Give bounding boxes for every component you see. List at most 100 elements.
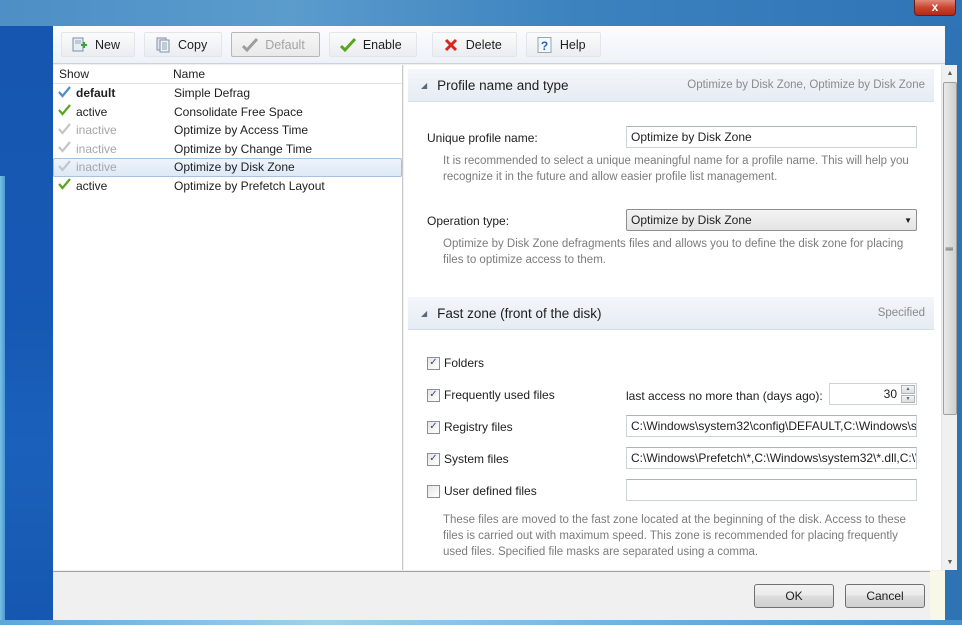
default-button[interactable]: Default	[231, 32, 320, 57]
copy-button[interactable]: Copy	[144, 32, 223, 57]
checkmark-icon[interactable]	[58, 86, 71, 101]
column-header-name[interactable]: Name	[173, 67, 205, 81]
details-scrollbar[interactable]: ▲ ||| ▼	[941, 65, 957, 570]
profile-list-row[interactable]: inactive Optimize by Disk Zone	[53, 158, 402, 177]
cancel-button[interactable]: Cancel	[845, 584, 925, 608]
profile-name-label: Unique profile name:	[427, 131, 538, 145]
profile-name: Optimize by Disk Zone	[174, 160, 295, 175]
enable-button[interactable]: Enable	[328, 32, 417, 57]
checkbox-checked[interactable]: ✓	[427, 388, 440, 402]
profile-list-row[interactable]: active Optimize by Prefetch Layout	[53, 177, 402, 196]
profile-name: Optimize by Change Time	[174, 141, 313, 156]
user-defined-files-checkbox[interactable]: User defined files	[427, 484, 537, 498]
section-title: Fast zone (front of the disk)	[437, 305, 602, 321]
collapse-triangle-icon: ◢	[421, 308, 428, 318]
scrollbar-thumb[interactable]: |||	[943, 82, 957, 415]
collapse-triangle-icon: ◢	[421, 80, 428, 90]
operation-type-value: Optimize by Disk Zone	[631, 213, 752, 227]
svg-text:?: ?	[541, 39, 548, 53]
ok-button[interactable]: OK	[754, 584, 834, 608]
checkmark-icon[interactable]	[58, 141, 71, 156]
operation-type-help: Optimize by Disk Zone defragments files …	[443, 238, 904, 266]
frequently-used-files-checkbox[interactable]: ✓ Frequently used files	[427, 388, 555, 402]
profile-list: Show Name default Simple Defrag active Cons…	[53, 65, 403, 570]
profile-name: Optimize by Prefetch Layout	[174, 178, 325, 193]
column-header-show[interactable]: Show	[53, 67, 173, 81]
profile-details: ◢ Profile name and type Optimize by Disk …	[404, 65, 945, 570]
profile-status: active	[76, 104, 108, 119]
new-button[interactable]: New	[61, 32, 136, 57]
copy-label: Copy	[178, 37, 208, 52]
toolbar: New Copy Default Enable Delete ? Help	[53, 26, 945, 64]
checkbox-checked[interactable]: ✓	[427, 420, 440, 434]
profiles-dialog: New Copy Default Enable Delete ? Help Sh…	[53, 26, 957, 621]
section-summary: Optimize by Disk Zone, Optimize by Disk …	[687, 79, 925, 91]
system-files-input[interactable]: C:\Windows\Prefetch\*,C:\Windows\system3…	[626, 447, 917, 469]
registry-files-input[interactable]: C:\Windows\system32\config\DEFAULT,C:\Wi…	[626, 415, 917, 437]
new-label: New	[95, 37, 121, 52]
operation-type-label: Operation type:	[427, 214, 510, 228]
desktop-background	[0, 26, 54, 625]
scroll-up-icon[interactable]: ▲	[942, 65, 958, 81]
scroll-down-icon[interactable]: ▼	[942, 554, 958, 570]
checkmark-icon[interactable]	[58, 178, 71, 193]
registry-files-label: Registry files	[444, 420, 513, 434]
user-defined-files-label: User defined files	[444, 484, 537, 498]
profile-name: Optimize by Access Time	[174, 123, 309, 138]
checkmark-icon[interactable]	[58, 160, 71, 175]
help-button[interactable]: ? Help	[525, 32, 601, 57]
last-access-days-value[interactable]: 30	[884, 387, 901, 401]
grip-icon: |||	[945, 246, 955, 251]
close-button[interactable]: x	[914, 0, 956, 16]
spin-up-icon[interactable]: ▲	[901, 385, 915, 394]
list-header: Show Name	[53, 65, 402, 84]
frequently-used-files-label: Frequently used files	[444, 388, 555, 402]
profile-name: Consolidate Free Space	[174, 104, 303, 119]
spin-down-icon[interactable]: ▼	[901, 394, 915, 403]
last-access-days-spinner[interactable]: 30 ▲ ▼	[829, 383, 917, 405]
enable-label: Enable	[362, 37, 402, 52]
section-fast-zone[interactable]: ◢ Fast zone (front of the disk) Specified	[408, 297, 934, 330]
checkbox-checked[interactable]: ✓	[427, 356, 440, 370]
profile-list-row[interactable]: active Consolidate Free Space	[53, 103, 402, 122]
new-document-icon	[72, 37, 88, 53]
registry-files-checkbox[interactable]: ✓ Registry files	[427, 420, 513, 434]
profile-name-input[interactable]: Optimize by Disk Zone	[626, 126, 917, 148]
delete-label: Delete	[465, 37, 502, 52]
last-access-label: last access no more than (days ago):	[626, 389, 823, 403]
profile-status: active	[76, 178, 108, 193]
section-summary: Specified	[877, 307, 925, 319]
window-frame-bottom	[0, 620, 962, 625]
folders-checkbox[interactable]: ✓ Folders	[427, 356, 484, 370]
checkmark-icon[interactable]	[58, 123, 71, 138]
checkbox-checked[interactable]: ✓	[427, 452, 440, 466]
dialog-button-bar: OK Cancel	[53, 571, 945, 621]
system-files-checkbox[interactable]: ✓ System files	[427, 452, 509, 466]
checkbox-unchecked[interactable]	[427, 484, 440, 498]
help-icon: ?	[537, 36, 553, 53]
copy-icon	[155, 37, 171, 53]
chevron-down-icon: ▼	[904, 215, 912, 225]
checkmark-icon[interactable]	[58, 104, 71, 119]
delete-x-icon	[443, 37, 459, 53]
profile-status: default	[76, 86, 116, 101]
delete-button[interactable]: Delete	[431, 32, 517, 57]
operation-type-select[interactable]: Optimize by Disk Zone ▼	[626, 209, 917, 231]
default-label: Default	[265, 37, 305, 52]
checkmark-icon	[339, 37, 356, 53]
user-defined-files-input[interactable]	[626, 479, 917, 501]
profile-list-row[interactable]: inactive Optimize by Access Time	[53, 121, 402, 140]
title-bar	[0, 0, 962, 26]
profile-list-row[interactable]: default Simple Defrag	[53, 84, 402, 103]
close-icon: x	[931, 0, 939, 14]
profile-status: inactive	[76, 160, 117, 175]
system-files-label: System files	[444, 452, 509, 466]
profile-name: Simple Defrag	[174, 86, 251, 101]
profile-status: inactive	[76, 141, 117, 156]
fast-zone-help: These files are moved to the fast zone l…	[443, 514, 906, 558]
section-title: Profile name and type	[437, 77, 569, 93]
profile-name-help: It is recommended to select a unique mea…	[443, 155, 909, 183]
section-profile-name-type[interactable]: ◢ Profile name and type Optimize by Disk …	[408, 69, 934, 102]
profile-list-row[interactable]: inactive Optimize by Change Time	[53, 140, 402, 159]
profile-status: inactive	[76, 123, 117, 138]
